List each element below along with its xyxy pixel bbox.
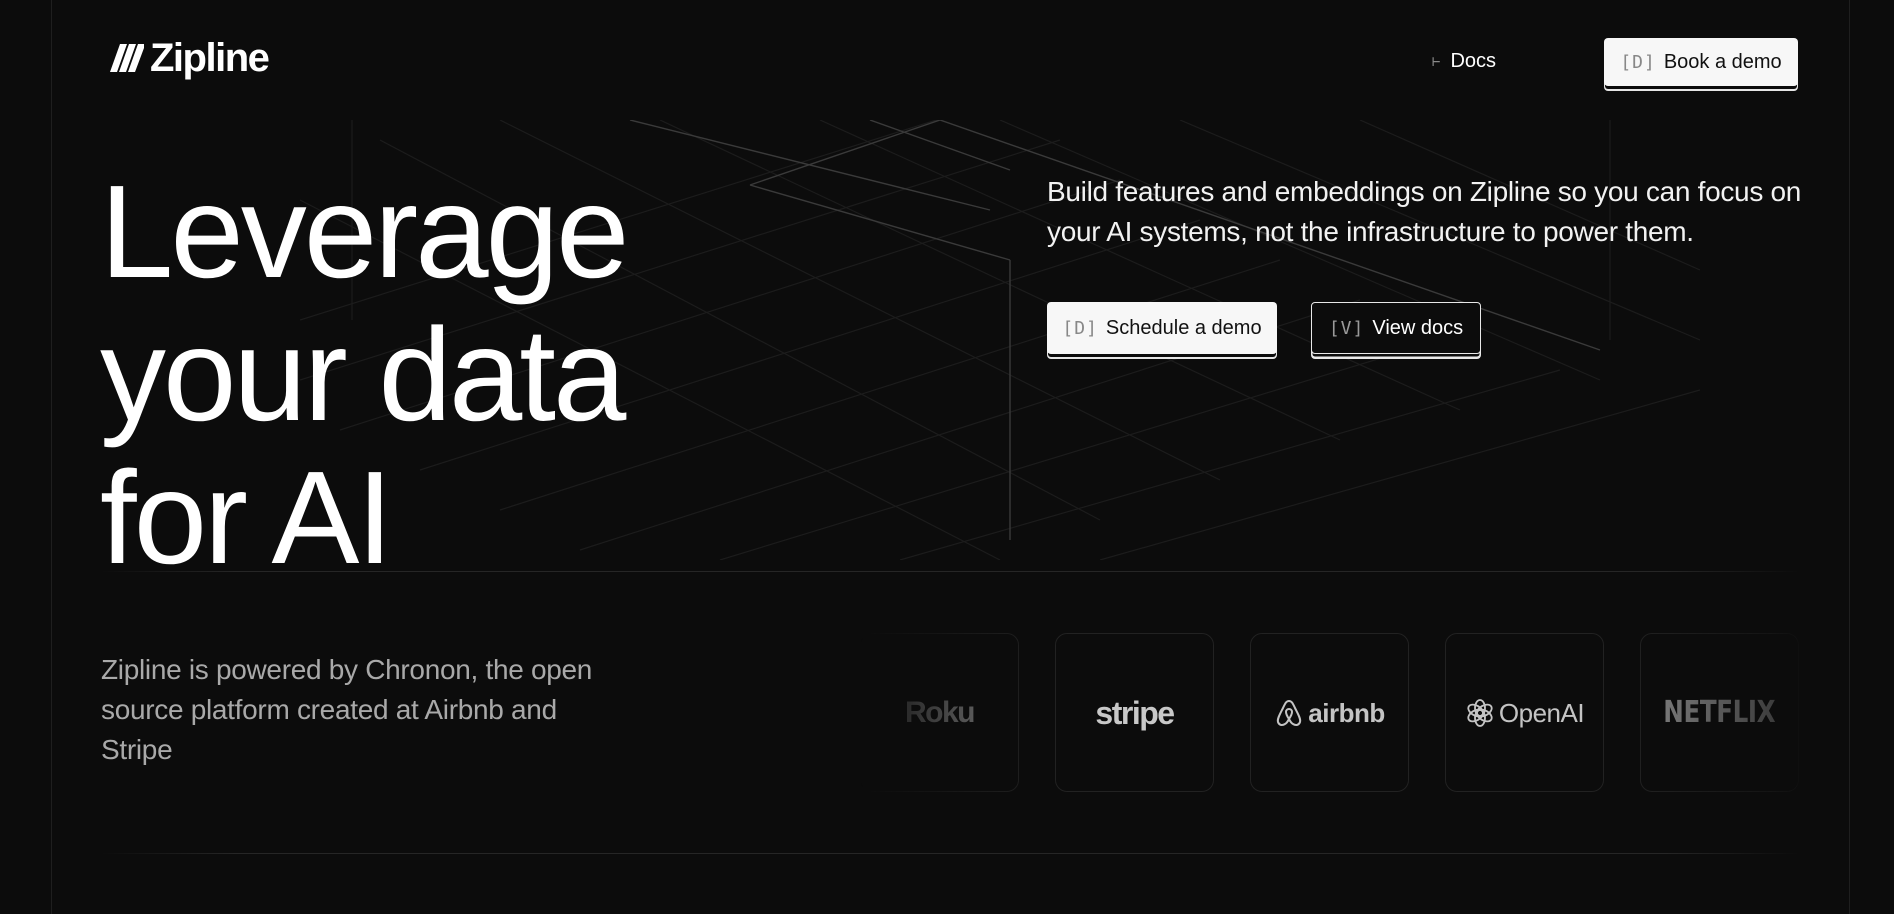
- openai-logo-icon: [1467, 698, 1493, 727]
- view-docs-label: View docs: [1372, 316, 1464, 339]
- zipline-slashes-icon: [110, 44, 144, 72]
- logo-text: Zipline: [150, 36, 270, 80]
- home-logo-link[interactable]: Zipline: [110, 36, 270, 80]
- powered-by-text: Zipline is powered by Chronon, the open …: [101, 654, 593, 765]
- page: Zipline ⊢ Docs [D] Book a demo Leverage …: [0, 0, 1894, 914]
- view-docs-shortcut: [V]: [1328, 317, 1365, 339]
- frame-line-right: [1849, 0, 1850, 914]
- frame-line-left: [51, 0, 52, 914]
- section-divider-bottom: [100, 853, 1800, 854]
- hero-title: Leverage your data for AI: [100, 158, 629, 591]
- logo-card-roku: Roku: [860, 633, 1019, 792]
- logo-card-netflix: NETFLIX: [1640, 633, 1799, 792]
- logo-card-stripe: stripe: [1055, 633, 1214, 792]
- openai-logo-text: OpenAI: [1498, 697, 1585, 728]
- hero-subtitle: Build features and embeddings on Zipline…: [1047, 176, 1802, 247]
- book-demo-button[interactable]: [D] Book a demo: [1604, 38, 1798, 86]
- site-header: Zipline ⊢ Docs [D] Book a demo: [0, 0, 1894, 120]
- section-divider: [100, 571, 1800, 572]
- netflix-logo: NETFLIX: [1663, 694, 1776, 730]
- logo-card-openai: OpenAI: [1445, 633, 1604, 792]
- schedule-demo-shortcut: [D]: [1062, 317, 1098, 339]
- nav-docs-label: Docs: [1450, 50, 1497, 72]
- logo-card-airbnb: airbnb: [1250, 633, 1409, 792]
- airbnb-logo-icon: [1277, 699, 1302, 726]
- roku-logo: Roku: [905, 695, 976, 729]
- docs-prefix-icon: ⊢: [1432, 53, 1441, 70]
- schedule-demo-label: Schedule a demo: [1105, 316, 1262, 339]
- hero-title-line-1: Leverage: [100, 158, 629, 305]
- airbnb-logo-text: airbnb: [1308, 697, 1385, 728]
- schedule-demo-button[interactable]: [D] Schedule a demo: [1047, 302, 1277, 354]
- stripe-logo: stripe: [1095, 694, 1175, 731]
- hero-title-line-3: for AI: [100, 444, 393, 591]
- customer-logo-carousel: Roku stripe airbnb OpenAI NETFLIX: [860, 633, 1820, 793]
- book-demo-label: Book a demo: [1663, 50, 1782, 73]
- view-docs-button[interactable]: [V] View docs: [1311, 302, 1481, 354]
- book-demo-shortcut: [D]: [1620, 51, 1656, 73]
- nav-docs-link[interactable]: ⊢ Docs: [1432, 50, 1496, 73]
- hero-title-line-2: your data: [100, 301, 626, 448]
